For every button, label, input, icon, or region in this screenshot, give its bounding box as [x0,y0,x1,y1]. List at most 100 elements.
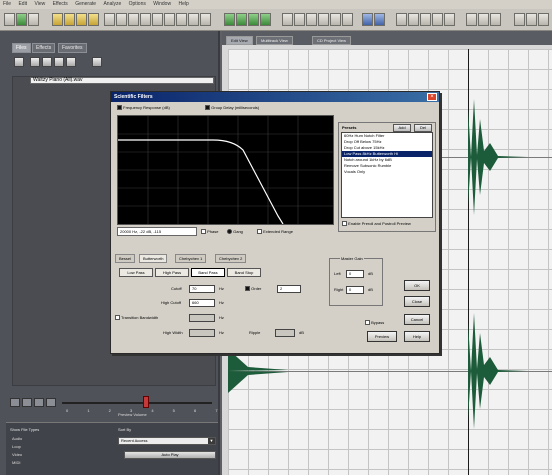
toolbar-spectral-icon[interactable] [224,13,235,26]
toolbar-zoom-icon[interactable] [188,13,199,26]
toolbar-pan-icon[interactable] [260,13,271,26]
play-file-icon[interactable] [42,57,52,67]
toolbar-metronome-icon[interactable] [318,13,329,26]
menu-view[interactable]: View [34,1,45,7]
cancel-button[interactable]: Cancel [404,314,430,325]
preview-volume-slider[interactable] [62,402,212,404]
gain-right-input[interactable]: 0 [346,286,364,294]
import-icon[interactable] [14,57,24,67]
menu-help[interactable]: Help [178,1,188,7]
toolbar-view4-icon[interactable] [514,13,525,26]
toolbar-view2-icon[interactable] [478,13,489,26]
autoplay-preview-icon[interactable] [46,398,56,407]
file-type-audio[interactable]: Audio [12,436,22,441]
toolbar-fx4-icon[interactable] [432,13,443,26]
phase-option[interactable]: Phase [201,229,218,235]
toolbar-view6-icon[interactable] [538,13,549,26]
menu-window[interactable]: Window [153,1,171,7]
order-input[interactable]: 2 [277,285,301,293]
toolbar-view5-icon[interactable] [526,13,537,26]
transition-bandwidth-option[interactable]: Transition Bandwidth [115,315,158,321]
toolbar-frequency-icon[interactable] [248,13,259,26]
menu-edit[interactable]: Edit [18,1,27,7]
toolbar-fx1-icon[interactable] [396,13,407,26]
toolbar-cut-icon[interactable] [104,13,115,26]
toolbar-new-icon[interactable] [4,13,15,26]
ok-button[interactable]: OK [404,280,430,291]
tab-effects[interactable]: Effects [32,43,56,53]
high-cutoff-input[interactable]: 660 [189,299,215,307]
ripple-input[interactable] [275,329,295,337]
menu-options[interactable]: Options [129,1,146,7]
toolbar-trim-icon[interactable] [152,13,163,26]
high-pass-button[interactable]: High Pass [155,268,189,277]
help-button[interactable]: Help [404,331,430,342]
tab-chebychev-1[interactable]: Chebychev 1 [175,254,207,263]
toolbar-snap-icon[interactable] [200,13,211,26]
toolbar-loop-icon[interactable] [88,13,99,26]
order-option[interactable]: Order [245,286,261,292]
tab-multitrack-view[interactable]: Multitrack View [256,36,293,45]
cutoff-input[interactable]: 70 [189,285,215,293]
tab-bessel[interactable]: Bessel [115,254,136,263]
menu-analyze[interactable]: Analyze [103,1,121,7]
menu-effects[interactable]: Effects [53,1,68,7]
insert-file-icon[interactable] [54,57,64,67]
tab-cd-project-view[interactable]: CD Project View [312,36,352,45]
file-type-midi[interactable]: MIDI [12,460,20,465]
toolbar-waveform-icon[interactable] [236,13,247,26]
toolbar-copy-icon[interactable] [116,13,127,26]
file-type-loop[interactable]: Loop [12,444,21,449]
extended-range-checkbox[interactable] [257,229,262,235]
preset-item[interactable]: Vocals Only [342,169,432,175]
menu-file[interactable]: File [3,1,11,7]
frequency-response-graph[interactable] [117,115,334,225]
enable-preroll-checkbox[interactable] [342,221,347,227]
toolbar-settings-icon[interactable] [342,13,353,26]
toolbar-tempo-icon[interactable] [330,13,341,26]
preview-volume-thumb[interactable] [143,396,149,408]
close-button[interactable]: Close [404,296,430,307]
edit-file-icon[interactable] [66,57,76,67]
toolbar-stop-icon[interactable] [374,13,385,26]
toolbar-fx2-icon[interactable] [408,13,419,26]
close-icon[interactable]: × [427,93,437,101]
file-type-video[interactable]: Video [12,452,22,457]
tab-edit-view[interactable]: Edit View [226,36,253,45]
presets-list[interactable]: 60Hz Hum Notch Filter Drop Off Below 75H… [341,132,433,218]
tab-files[interactable]: Files [12,43,31,53]
group-delay-checkbox[interactable] [205,105,210,111]
transition-bandwidth-checkbox[interactable] [115,315,120,321]
tab-chebychev-2[interactable]: Chebychev 2 [215,254,247,263]
frequency-response-tab[interactable]: Frequency Response (dB) [117,105,170,111]
frequency-response-checkbox[interactable] [117,105,122,111]
bypass-checkbox[interactable] [365,320,370,326]
toolbar-edit-icon[interactable] [52,13,63,26]
band-stop-button[interactable]: Band Stop [227,268,261,277]
chevron-down-icon[interactable]: ▼ [208,438,215,444]
bypass-option[interactable]: Bypass [365,320,384,326]
toolbar-fx3-icon[interactable] [420,13,431,26]
toolbar-mix-paste-icon[interactable] [140,13,151,26]
menu-generate[interactable]: Generate [75,1,96,7]
extended-range-option[interactable]: Extended Range [257,229,293,235]
close-file-icon[interactable] [30,57,40,67]
toolbar-undo-icon[interactable] [164,13,175,26]
toolbar-multitrack-icon[interactable] [64,13,75,26]
gain-left-input[interactable]: 0 [346,270,364,278]
add-preset-button[interactable]: Add [393,124,411,132]
enable-preroll-option[interactable]: Enable Preroll and Postroll Preview [342,221,434,227]
auto-play-button[interactable]: Auto Play [124,451,216,459]
toolbar-view1-icon[interactable] [466,13,477,26]
toolbar-marker-icon[interactable] [306,13,317,26]
list-item[interactable]: Waltzy Piano (All).wav [30,77,214,84]
tab-favorites[interactable]: Favorites [58,43,87,53]
gang-option[interactable]: Gang [227,229,243,235]
toolbar-play-icon[interactable] [362,13,373,26]
band-pass-button[interactable]: Band Pass [191,268,225,277]
toolbar-paste-icon[interactable] [128,13,139,26]
toolbar-fx5-icon[interactable] [444,13,455,26]
toolbar-save-icon[interactable] [28,13,39,26]
play-preview-icon[interactable] [10,398,20,407]
toolbar-cd-icon[interactable] [76,13,87,26]
